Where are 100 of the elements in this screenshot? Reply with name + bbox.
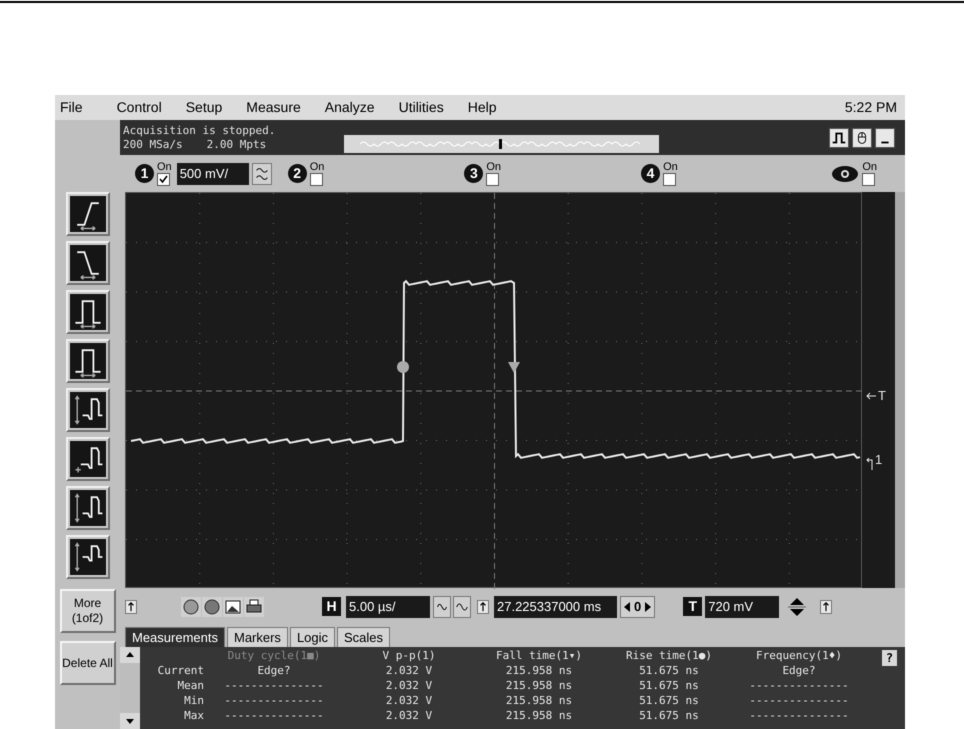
overshoot-icon	[70, 441, 106, 477]
channel-checkbox[interactable]	[663, 172, 676, 186]
measure-button[interactable]	[66, 535, 110, 579]
measure-button[interactable]	[66, 437, 110, 481]
scroll-up-icon[interactable]	[120, 647, 140, 663]
left-arrow-icon	[866, 392, 876, 400]
table-cell: Edge?	[782, 663, 816, 678]
table-cell: Edge?	[257, 663, 291, 678]
table-cell: 51.675 ns	[639, 693, 699, 708]
measure-button[interactable]	[66, 486, 110, 530]
circle-icon[interactable]	[202, 596, 222, 616]
up-arrow-icon[interactable]	[477, 600, 489, 614]
slider-thumb[interactable]	[499, 138, 502, 148]
scale-field[interactable]: 500 mV/	[176, 162, 249, 184]
menu-item[interactable]: Utilities	[394, 97, 449, 118]
trigger-label: T	[683, 597, 702, 616]
pulse-mode-icon[interactable]	[829, 128, 849, 148]
on-label: On	[157, 162, 172, 172]
up-arrow-icon[interactable]	[125, 600, 137, 614]
rise-marker	[397, 361, 409, 373]
trigger-level-field[interactable]: 720 mV	[705, 596, 780, 618]
menu-item[interactable]: Measure	[241, 97, 306, 118]
amplitude-icon	[70, 392, 106, 428]
falling-edge-icon	[70, 245, 106, 281]
channel-number[interactable]: 1	[135, 164, 154, 183]
measure-button[interactable]	[66, 388, 110, 432]
column-header: V p-p(1)	[382, 648, 436, 663]
table-cell: ---------------	[749, 678, 849, 693]
row-label: Current	[158, 663, 204, 678]
measure-button[interactable]	[66, 339, 110, 383]
on-label: On	[486, 162, 502, 172]
on-label: On	[310, 162, 324, 172]
channel-checkbox[interactable]	[486, 172, 500, 186]
sample-rate: 200 MSa/s	[123, 138, 183, 152]
tab[interactable]: Measurements	[125, 627, 225, 647]
circle-icon[interactable]	[181, 596, 201, 616]
table-cell: ---------------	[224, 693, 324, 708]
table-cell: ---------------	[224, 708, 324, 723]
row-label: Min	[184, 693, 204, 708]
measure-button[interactable]	[66, 290, 110, 334]
table-cell: 2.032 V	[386, 678, 432, 693]
clock: 5:22 PM	[844, 98, 897, 117]
image-icon[interactable]	[223, 596, 243, 616]
delay-reference: 0	[634, 598, 642, 616]
tab[interactable]: Scales	[337, 627, 390, 647]
menu-item[interactable]: Analyze	[320, 97, 380, 118]
printer-icon[interactable]	[244, 596, 264, 616]
delay-reference-control[interactable]: 0	[620, 596, 656, 618]
tab[interactable]: Markers	[226, 627, 288, 647]
table-cell: ---------------	[749, 693, 849, 708]
table-cell: 2.032 V	[386, 663, 432, 678]
mouse-icon[interactable]	[852, 128, 872, 148]
channel-checkbox[interactable]	[862, 172, 876, 186]
menu-item[interactable]: Control	[112, 97, 167, 118]
column-header: Rise time(1●)	[626, 648, 712, 663]
row-label: Max	[184, 708, 204, 723]
column-header: Fall time(1▾)	[496, 648, 582, 663]
channel-checkbox[interactable]	[310, 172, 323, 186]
record-slider[interactable]	[344, 134, 659, 152]
channel-number[interactable]: 4	[641, 164, 660, 183]
measure-button[interactable]	[66, 241, 110, 285]
delete-all-button[interactable]: Delete All	[60, 641, 116, 685]
table-cell: ---------------	[749, 708, 849, 723]
on-label: On	[862, 162, 877, 172]
wave-icon[interactable]	[453, 596, 471, 618]
table-cell: 51.675 ns	[639, 678, 699, 693]
ground-arrow-icon	[866, 458, 874, 470]
eye-icon[interactable]	[831, 164, 860, 182]
pulse-width-icon	[70, 294, 106, 330]
column-header: Frequency(1♦)	[756, 648, 842, 663]
more-button[interactable]: More (1of2)	[60, 589, 116, 633]
menu-item[interactable]: Help	[462, 97, 502, 118]
table-cell: 51.675 ns	[639, 708, 699, 723]
wave-icon[interactable]	[433, 596, 451, 618]
row-label: Mean	[178, 678, 204, 693]
fine-adjust-icon[interactable]	[252, 162, 272, 184]
tab[interactable]: Logic	[290, 627, 336, 647]
on-label: On	[663, 162, 678, 172]
timebase-field[interactable]: 5.00 µs/	[346, 596, 430, 618]
menu-item[interactable]: Setup	[180, 97, 228, 118]
help-button[interactable]: ?	[882, 650, 897, 666]
delay-field[interactable]: 27.225337000 ms	[494, 596, 617, 618]
trigger-marker: T	[878, 387, 886, 405]
channel-number[interactable]: 2	[288, 164, 307, 183]
column-header: Duty cycle(1■)	[228, 648, 320, 663]
average-icon	[70, 539, 106, 575]
up-arrow-icon[interactable]	[820, 600, 832, 614]
right-triangle-icon	[644, 602, 652, 612]
channel-checkbox[interactable]	[157, 172, 170, 186]
scrollbar[interactable]	[895, 192, 905, 588]
minimize-icon[interactable]	[875, 128, 895, 148]
menu-item[interactable]: File	[55, 97, 88, 118]
table-cell: 215.958 ns	[506, 678, 572, 693]
scrollbar[interactable]	[120, 647, 140, 729]
horizontal-label: H	[322, 597, 341, 616]
measure-button[interactable]	[66, 192, 110, 236]
scroll-down-icon[interactable]	[120, 713, 140, 729]
channel-number[interactable]: 3	[464, 164, 484, 183]
rising-edge-icon	[70, 196, 106, 232]
left-triangle-icon	[623, 602, 631, 612]
